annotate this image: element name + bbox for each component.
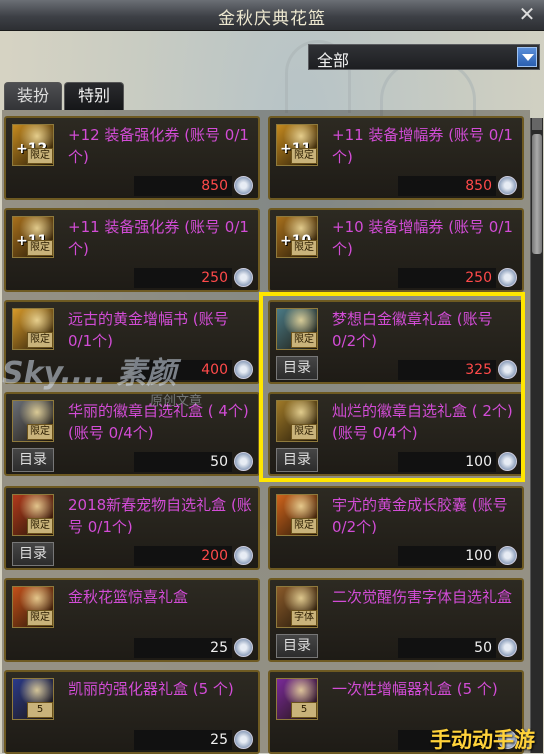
item-card[interactable]: +11限定 +11 装备强化券 (账号 0/1个) 250 [4, 208, 260, 292]
limited-badge: 限定 [27, 518, 53, 534]
item-name: +12 装备强化券 (账号 0/1个) [68, 126, 249, 166]
scroll-up-arrow[interactable] [532, 118, 542, 130]
item-price: 25 [134, 730, 232, 750]
limited-badge: 字体 [291, 610, 317, 626]
highlight-frame [259, 292, 525, 482]
chevron-down-icon[interactable] [517, 47, 537, 67]
item-price: 250 [134, 268, 232, 288]
item-name: 2018新春宠物自选礼盒 (账号 0/1个) [68, 496, 252, 536]
currency-coin-icon [234, 452, 253, 471]
currency-coin-icon [234, 638, 253, 657]
emblem-box-icon: 限定 [12, 400, 54, 442]
limited-badge: 限定 [27, 332, 53, 348]
catalog-button[interactable]: 目录 [12, 448, 54, 472]
tab-special[interactable]: 特别 [64, 82, 124, 110]
item-name: 二次觉醒伤害字体自选礼盒 [332, 588, 513, 606]
currency-coin-icon [234, 360, 253, 379]
watermark-small: 原创文章 [150, 394, 203, 409]
limited-badge: 5 [27, 702, 53, 718]
limited-badge: 限定 [27, 610, 53, 626]
item-price: 850 [398, 176, 496, 196]
surprise-box-icon: 限定 [12, 586, 54, 628]
currency-coin-icon [498, 268, 517, 287]
scrollbar[interactable] [530, 118, 543, 753]
enhance-ticket-icon: +11限定 [12, 216, 54, 258]
currency-coin-icon [234, 730, 253, 749]
item-card[interactable]: 5 凯丽的强化器礼盒 (5 个) 25 [4, 670, 260, 754]
amplify-ticket-icon: +11限定 [276, 124, 318, 166]
item-card[interactable]: 限定 华丽的徽章自选礼盒 ( 4个)(账号 0/4个) 目录 50 [4, 392, 260, 476]
golden-book-icon: 限定 [12, 308, 54, 350]
watermark-logo: 手动动手游 [430, 728, 535, 752]
limited-badge: 限定 [27, 148, 53, 164]
item-name: +11 装备强化券 (账号 0/1个) [68, 218, 249, 258]
item-card[interactable]: 限定 2018新春宠物自选礼盒 (账号 0/1个) 目录 200 [4, 486, 260, 570]
item-price: 50 [398, 638, 496, 658]
currency-coin-icon [498, 546, 517, 565]
currency-coin-icon [498, 638, 517, 657]
item-card[interactable]: +10限定 +10 装备增幅券 (账号 0/1个) 250 [268, 208, 524, 292]
window-title: 金秋庆典花篮 [218, 9, 326, 29]
item-card[interactable]: +11限定 +11 装备增幅券 (账号 0/1个) 850 [268, 116, 524, 200]
amplify-ticket-icon: +10限定 [276, 216, 318, 258]
limited-badge: 5 [291, 702, 317, 718]
item-name: 宇尤的黄金成长胶囊 (账号 0/2个) [332, 496, 508, 536]
scroll-thumb[interactable] [532, 134, 542, 254]
catalog-button[interactable]: 目录 [12, 542, 54, 566]
item-name: 一次性增幅器礼盒 (5 个) [332, 680, 498, 698]
tab-costume[interactable]: 装扮 [4, 82, 62, 110]
currency-coin-icon [234, 546, 253, 565]
title-bar: 金秋庆典花篮 ✕ [0, 0, 544, 31]
close-icon[interactable]: ✕ [516, 3, 538, 25]
item-name: 远古的黄金增幅书 (账号 0/1个) [68, 310, 229, 350]
item-price: 50 [134, 452, 232, 472]
font-box-icon: 字体 [276, 586, 318, 628]
item-price: 100 [398, 546, 496, 566]
limited-badge: 限定 [27, 424, 53, 440]
dropdown-value: 全部 [317, 51, 350, 70]
category-dropdown[interactable]: 全部 [308, 44, 540, 70]
currency-coin-icon [234, 176, 253, 195]
pet-box-icon: 限定 [12, 494, 54, 536]
item-price: 250 [398, 268, 496, 288]
limited-badge: 限定 [291, 148, 317, 164]
item-name: +11 装备增幅券 (账号 0/1个) [332, 126, 513, 166]
amplifier-box-icon: 5 [276, 678, 318, 720]
item-price: 200 [134, 546, 232, 566]
item-name: +10 装备增幅券 (账号 0/1个) [332, 218, 513, 258]
limited-badge: 限定 [27, 240, 53, 256]
limited-badge: 限定 [291, 240, 317, 256]
catalog-button[interactable]: 目录 [276, 634, 318, 658]
currency-coin-icon [234, 268, 253, 287]
item-price: 850 [134, 176, 232, 196]
item-card[interactable]: +12限定 +12 装备强化券 (账号 0/1个) 850 [4, 116, 260, 200]
watermark: Sky.... 素颜 [2, 356, 177, 391]
item-name: 凯丽的强化器礼盒 (5 个) [68, 680, 234, 698]
currency-coin-icon [498, 176, 517, 195]
item-price: 25 [134, 638, 232, 658]
item-name: 金秋花篮惊喜礼盒 [68, 588, 189, 606]
limited-badge: 限定 [291, 518, 317, 534]
item-card[interactable]: 限定 宇尤的黄金成长胶囊 (账号 0/2个) 100 [268, 486, 524, 570]
enhance-ticket-icon: +12限定 [12, 124, 54, 166]
item-card[interactable]: 字体 二次觉醒伤害字体自选礼盒目录 50 [268, 578, 524, 662]
enhancer-box-icon: 5 [12, 678, 54, 720]
growth-capsule-icon: 限定 [276, 494, 318, 536]
item-card[interactable]: 限定 金秋花篮惊喜礼盒 25 [4, 578, 260, 662]
